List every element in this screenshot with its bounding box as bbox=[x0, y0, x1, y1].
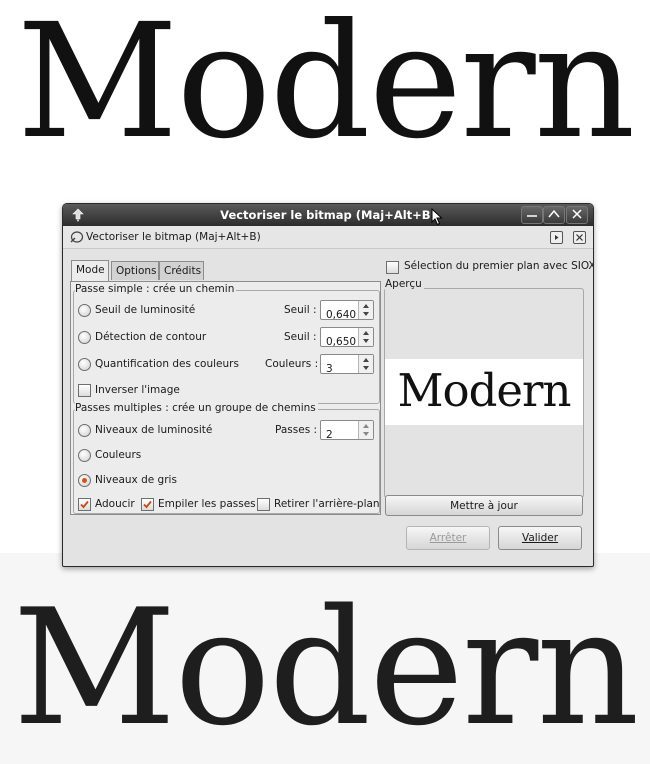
color-quantization-field-label: Couleurs : bbox=[265, 358, 319, 370]
window-titlebar[interactable]: Vectoriser le bitmap (Maj+Alt+B) bbox=[63, 204, 593, 226]
single-pass-title: Passe simple : crée un chemin bbox=[75, 283, 237, 295]
dock-menu-button[interactable] bbox=[550, 231, 563, 244]
dock-title: Vectoriser le bitmap (Maj+Alt+B) bbox=[86, 231, 261, 243]
spin-arrows-icon[interactable] bbox=[358, 328, 373, 346]
colors-row: Couleurs bbox=[77, 444, 377, 466]
stack-scans-checkbox[interactable] bbox=[141, 498, 154, 511]
stop-button[interactable]: Arrêter bbox=[406, 526, 490, 550]
brightness-threshold-value: 0,640 bbox=[326, 309, 357, 321]
multi-pass-title: Passes multiples : crée un groupe de che… bbox=[75, 402, 318, 414]
colors-radio[interactable] bbox=[78, 449, 91, 462]
brightness-steps-row: Niveaux de luminosité Passes : 2 bbox=[77, 419, 377, 441]
tab-credits[interactable]: Crédits bbox=[159, 261, 204, 280]
smooth-label: Adoucir bbox=[95, 498, 135, 510]
brightness-threshold-row: Seuil de luminosité Seuil : 0,640 bbox=[77, 299, 377, 321]
siox-checkbox[interactable] bbox=[386, 261, 399, 274]
banner-top-text: Modern bbox=[16, 0, 636, 174]
grays-label: Niveaux de gris bbox=[95, 474, 177, 486]
preview-title: Aperçu bbox=[385, 278, 424, 290]
update-button[interactable]: Mettre à jour bbox=[385, 495, 583, 516]
invert-image-checkbox[interactable] bbox=[78, 384, 91, 397]
brightness-threshold-label: Seuil de luminosité bbox=[95, 304, 196, 316]
brightness-threshold-radio[interactable] bbox=[78, 304, 91, 317]
preview-image: Modern bbox=[385, 359, 583, 425]
stack-scans-label: Empiler les passes bbox=[158, 498, 256, 510]
invert-image-label: Inverser l'image bbox=[95, 384, 180, 396]
banner-bottom-text: Modern bbox=[12, 574, 640, 761]
grays-radio[interactable] bbox=[78, 474, 91, 487]
color-quantization-radio[interactable] bbox=[78, 358, 91, 371]
grays-row: Niveaux de gris bbox=[77, 469, 377, 491]
dock-header: Vectoriser le bitmap (Maj+Alt+B) bbox=[63, 226, 593, 249]
brightness-steps-radio[interactable] bbox=[78, 424, 91, 437]
minimize-button[interactable] bbox=[521, 206, 543, 224]
brightness-steps-field-label: Passes : bbox=[275, 424, 318, 436]
color-quantization-spinbox[interactable]: 3 bbox=[320, 354, 374, 375]
tab-options[interactable]: Options bbox=[111, 261, 159, 280]
close-window-button[interactable] bbox=[566, 206, 588, 224]
edge-detection-value: 0,650 bbox=[326, 336, 357, 348]
spin-arrows-icon[interactable] bbox=[358, 421, 373, 439]
trace-bitmap-icon bbox=[69, 230, 84, 247]
brightness-steps-label: Niveaux de luminosité bbox=[95, 424, 213, 436]
ok-button[interactable]: Valider bbox=[498, 526, 582, 550]
brightness-threshold-spinbox[interactable]: 0,640 bbox=[320, 300, 374, 321]
spin-arrows-icon[interactable] bbox=[358, 355, 373, 373]
remove-background-label: Retirer l'arrière-plan bbox=[274, 498, 380, 510]
color-quantization-value: 3 bbox=[326, 363, 333, 375]
brightness-threshold-field-label: Seuil : bbox=[284, 304, 317, 316]
smooth-checkbox[interactable] bbox=[78, 498, 91, 511]
preview-sample-text: Modern bbox=[397, 364, 571, 417]
multi-pass-options-row: Adoucir Empiler les passes Retirer l'arr… bbox=[77, 493, 380, 515]
maximize-button[interactable] bbox=[543, 206, 565, 224]
dock-close-button[interactable] bbox=[573, 231, 586, 244]
edge-detection-spinbox[interactable]: 0,650 bbox=[320, 327, 374, 348]
remove-background-checkbox[interactable] bbox=[257, 498, 270, 511]
colors-label: Couleurs bbox=[95, 449, 142, 461]
passes-value: 2 bbox=[326, 429, 333, 441]
edge-detection-radio[interactable] bbox=[78, 331, 91, 344]
trace-bitmap-dialog: Vectoriser le bitmap (Maj+Alt+B) Vectori… bbox=[62, 203, 594, 567]
color-quantization-row: Quantification des couleurs Couleurs : 3 bbox=[77, 353, 377, 375]
invert-image-row: Inverser l'image bbox=[77, 379, 377, 401]
color-quantization-label: Quantification des couleurs bbox=[95, 358, 239, 370]
mode-panel: Passe simple : crée un chemin Seuil de l… bbox=[70, 281, 381, 515]
passes-spinbox[interactable]: 2 bbox=[320, 420, 374, 441]
preview-frame: Modern bbox=[384, 288, 584, 498]
window-title: Vectoriser le bitmap (Maj+Alt+B) bbox=[220, 208, 436, 222]
edge-detection-field-label: Seuil : bbox=[284, 331, 317, 343]
tab-mode[interactable]: Mode bbox=[71, 260, 109, 281]
siox-label: Sélection du premier plan avec SIOX bbox=[404, 260, 594, 272]
edge-detection-row: Détection de contour Seuil : 0,650 bbox=[77, 326, 377, 348]
edge-detection-label: Détection de contour bbox=[95, 331, 207, 343]
spin-arrows-icon[interactable] bbox=[358, 301, 373, 319]
